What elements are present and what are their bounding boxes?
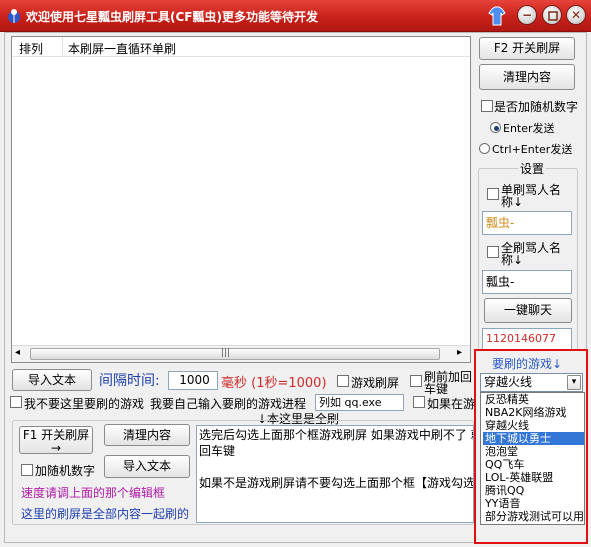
game-combobox[interactable]: 穿越火线 ▾	[480, 373, 583, 392]
one-key-chat-button[interactable]: 一键聊天	[484, 298, 572, 323]
game-option[interactable]: 反恐精英	[483, 393, 584, 406]
settings-label: 设置	[518, 160, 547, 177]
interval-input[interactable]: 1000	[168, 371, 218, 390]
game-option[interactable]: 地下城以勇士	[483, 432, 584, 445]
title-bar[interactable]: 欢迎使用七星瓢虫刷屏工具(CF瓢虫)更多功能等待开发 − ✕	[0, 0, 591, 32]
f1-button-line-1: F1 开关刷屏	[22, 428, 90, 442]
random-number-checkbox[interactable]	[481, 100, 493, 112]
textarea-line-3	[199, 459, 471, 475]
not-this-game-label: 我不要这里要刷的游戏	[24, 397, 145, 411]
speed-hint-label: 速度请调上面的那个编辑框	[21, 486, 166, 500]
column-order-header[interactable]: 排列	[19, 40, 43, 57]
skin-shirt-icon[interactable]	[488, 6, 506, 26]
game-spam-label: 游戏刷屏	[351, 376, 400, 390]
restore-button[interactable]	[542, 5, 562, 25]
game-spam-checkbox[interactable]	[337, 375, 349, 387]
minimize-button[interactable]: −	[517, 5, 537, 25]
scroll-grip: |||	[221, 348, 231, 358]
scroll-right-arrow[interactable]: ▸	[457, 347, 462, 358]
bottom-random-number-label: 加随机数字	[35, 464, 96, 478]
game-option[interactable]: 腾讯QQ	[483, 484, 584, 497]
window-title: 欢迎使用七星瓢虫刷屏工具(CF瓢虫)更多功能等待开发	[26, 10, 318, 24]
game-select-label: 要刷的游戏↓	[492, 357, 563, 371]
f1-button-line-2: →	[50, 441, 62, 454]
close-button[interactable]: ✕	[566, 5, 586, 25]
game-option[interactable]: LOL-英雄联盟	[483, 471, 584, 484]
bottom-random-number-checkbox[interactable]	[21, 464, 33, 476]
f2-toggle-spam-button[interactable]: F2 开关刷屏	[479, 37, 575, 60]
all-content-hint-label: 这里的刷屏是全部内容一起刷的	[21, 507, 190, 521]
bottom-clear-content-button[interactable]: 清理内容	[104, 424, 190, 446]
scroll-thumb[interactable]: |||	[30, 348, 440, 360]
not-this-game-checkbox[interactable]	[10, 396, 22, 408]
game-dropdown-list[interactable]: 反恐精英 NBA2K网络游戏 穿越火线 地下城以勇士 泡泡堂 QQ飞车 LOL-英雄联盟 腾讯…	[480, 392, 585, 525]
spam-content-textarea[interactable]: 选完后勾选上面那个框游戏刷屏 如果游戏中刷不了 就勾选刷前加 回车键 如果不是游…	[196, 425, 474, 523]
horizontal-scrollbar[interactable]: ◂ ||| ▸	[12, 345, 470, 362]
game-option[interactable]: QQ飞车	[483, 458, 584, 471]
single-abuse-checkbox[interactable]	[487, 188, 499, 200]
single-abuse-label-2: 称↓	[501, 195, 524, 209]
textarea-line-2: 回车键	[199, 444, 236, 458]
dropdown-arrow-icon[interactable]: ▾	[567, 375, 581, 390]
interval-label: 间隔时间:	[99, 373, 160, 389]
import-text-button[interactable]: 导入文本	[12, 369, 92, 391]
game-selected-value: 穿越火线	[484, 375, 533, 389]
restore-icon	[548, 11, 558, 21]
column-divider	[62, 37, 63, 57]
game-option[interactable]: YY语音	[483, 497, 584, 510]
random-number-label: 是否加随机数字	[494, 100, 579, 114]
milliseconds-label: 毫秒 (1秒=1000)	[221, 376, 327, 391]
if-in-game-label: 如果在游	[427, 397, 476, 411]
qq-number-input[interactable]: 1120146077	[482, 328, 572, 350]
ctrl-enter-send-radio[interactable]	[479, 143, 490, 154]
clear-content-button[interactable]: 清理内容	[479, 64, 575, 90]
list-header: 排列 本刷屏一直循环单刷	[12, 37, 470, 57]
all-abuse-name-input[interactable]: 瓢虫-	[482, 270, 572, 294]
scroll-left-arrow[interactable]: ◂	[15, 347, 20, 358]
game-option[interactable]: 部分游戏测试可以用	[483, 510, 584, 523]
if-in-game-checkbox[interactable]	[413, 396, 425, 408]
ctrl-enter-send-label: Ctrl+Enter发送	[492, 143, 573, 156]
textarea-line-4: 如果不是游戏刷屏请不要勾选上面那个框【游戏勾选】	[199, 476, 474, 490]
single-abuse-name-input[interactable]: 瓢虫-	[482, 211, 572, 235]
enter-send-label: Enter发送	[503, 122, 555, 135]
all-abuse-checkbox[interactable]	[487, 246, 499, 258]
f1-toggle-spam-button[interactable]: F1 开关刷屏 →	[19, 426, 93, 454]
column-content-header[interactable]: 本刷屏一直循环单刷	[68, 40, 176, 57]
bottom-import-text-button[interactable]: 导入文本	[104, 455, 190, 478]
press-enter-checkbox[interactable]	[410, 375, 422, 387]
enter-send-radio[interactable]	[490, 122, 501, 133]
game-option[interactable]: 泡泡堂	[483, 445, 584, 458]
message-list[interactable]: 排列 本刷屏一直循环单刷 ◂ ||| ▸	[11, 36, 471, 363]
process-input[interactable]: 列如 qq.exe	[315, 394, 404, 411]
game-option[interactable]: NBA2K网络游戏	[483, 406, 584, 419]
textarea-line-1: 选完后勾选上面那个框游戏刷屏 如果游戏中刷不了 就勾选刷前加	[199, 428, 473, 442]
game-option[interactable]: 穿越火线	[483, 419, 584, 432]
all-abuse-label-2: 称↓	[501, 253, 524, 267]
ladybug-app-icon	[8, 9, 20, 23]
